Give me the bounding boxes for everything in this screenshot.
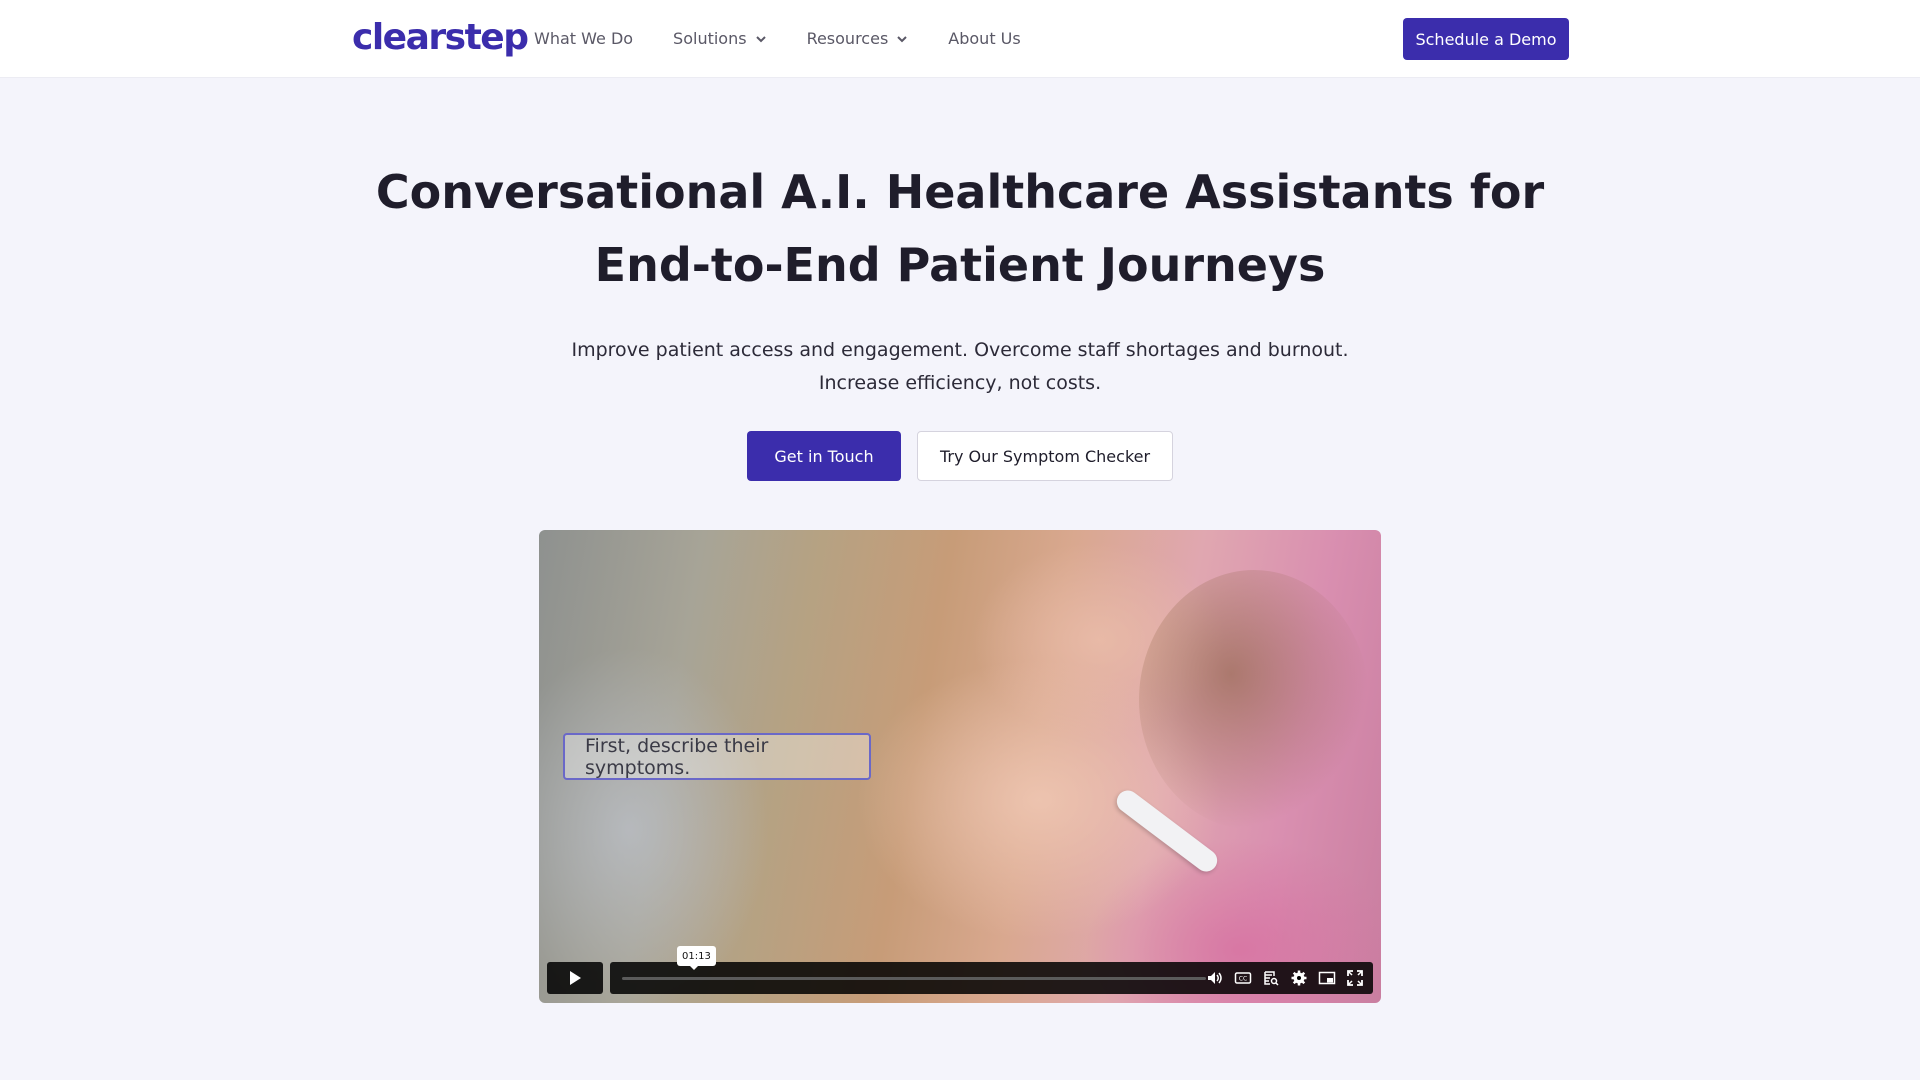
get-in-touch-button[interactable]: Get in Touch xyxy=(747,431,901,481)
hero-subtitle: Improve patient access and engagement. O… xyxy=(460,334,1460,400)
schedule-demo-button[interactable]: Schedule a Demo xyxy=(1403,18,1569,60)
time-tooltip: 01:13 xyxy=(677,946,716,970)
video-controls: 01:13 CC xyxy=(547,946,1373,994)
transcript-icon[interactable] xyxy=(1261,968,1281,988)
nav-item-about-us[interactable]: About Us xyxy=(948,27,1020,51)
nav-label: Solutions xyxy=(673,29,747,48)
play-icon xyxy=(570,971,581,985)
nav-label: About Us xyxy=(948,29,1021,48)
hero-buttons: Get in Touch Try Our Symptom Checker xyxy=(747,431,1173,481)
control-icons: CC xyxy=(1197,968,1365,988)
progress-scrubber[interactable] xyxy=(622,977,1206,980)
volume-icon[interactable] xyxy=(1205,968,1225,988)
control-bar: 01:13 CC xyxy=(610,946,1373,994)
nav-label: What We Do xyxy=(534,29,634,48)
nav-item-solutions[interactable]: Solutions xyxy=(673,27,767,51)
hero-title-line-2: End-to-End Patient Journeys xyxy=(594,238,1326,292)
nav-item-what-we-do[interactable]: What We Do xyxy=(534,27,633,51)
picture-in-picture-icon[interactable] xyxy=(1317,968,1337,988)
settings-icon[interactable] xyxy=(1289,968,1309,988)
nav-label: Resources xyxy=(806,29,889,48)
site-header: clearstep What We Do Solutions Resources… xyxy=(0,0,1920,78)
video-player[interactable]: First, describe their symptoms. 01:13 CC xyxy=(539,530,1381,1003)
fullscreen-icon[interactable] xyxy=(1345,968,1365,988)
hero-subtitle-line-2: Increase efficiency, not costs. xyxy=(818,372,1102,394)
chevron-down-icon xyxy=(897,36,907,43)
symptom-checker-button[interactable]: Try Our Symptom Checker xyxy=(917,431,1173,481)
main-nav: What We Do Solutions Resources About Us xyxy=(534,27,1061,51)
video-frame-detail xyxy=(1139,570,1369,830)
chevron-down-icon xyxy=(755,36,766,43)
clearstep-logo[interactable]: clearstep xyxy=(352,16,529,60)
nav-item-resources[interactable]: Resources xyxy=(807,27,909,51)
video-caption: First, describe their symptoms. xyxy=(563,733,871,780)
closed-captions-icon[interactable]: CC xyxy=(1233,968,1253,988)
hero-title: Conversational A.I. Healthcare Assistant… xyxy=(260,156,1660,302)
svg-text:CC: CC xyxy=(1239,976,1247,983)
hero-subtitle-line-1: Improve patient access and engagement. O… xyxy=(571,339,1349,361)
play-button[interactable] xyxy=(547,962,603,994)
hero-title-line-1: Conversational A.I. Healthcare Assistant… xyxy=(375,165,1545,219)
